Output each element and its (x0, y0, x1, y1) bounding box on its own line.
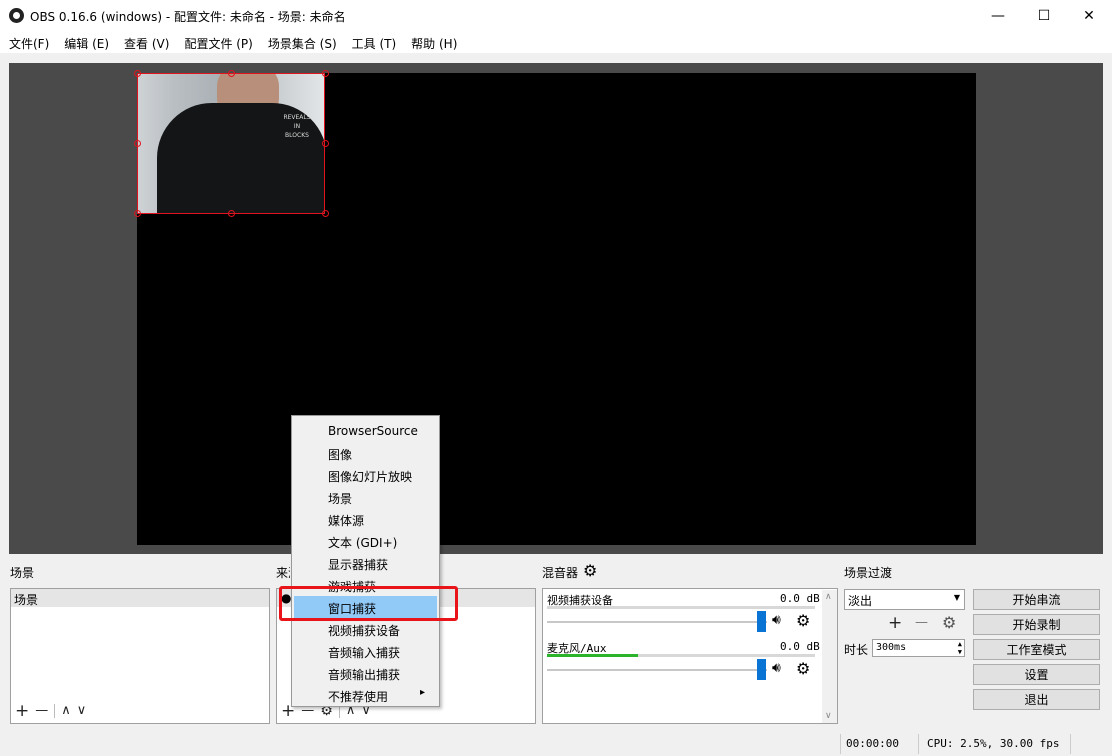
status-divider (918, 734, 919, 754)
resize-handle-bottom[interactable] (228, 210, 235, 217)
menu-item-scene[interactable]: 场景 (294, 486, 437, 508)
status-divider (1070, 734, 1071, 754)
transition-gear-icon[interactable]: ⚙ (942, 613, 956, 632)
status-divider (840, 734, 841, 754)
menu-item-audio-output-capture[interactable]: 音频输出捕获 (294, 662, 437, 684)
start-stream-button[interactable]: 开始串流 (973, 589, 1100, 610)
channel-gear-icon[interactable]: ⚙ (796, 611, 810, 630)
transition-title: 场景过渡 (844, 566, 893, 580)
move-up-icon[interactable]: ∧ (61, 702, 71, 720)
move-down-icon[interactable]: ∨ (77, 702, 87, 720)
volume-slider-track[interactable] (547, 621, 767, 623)
obs-logo-icon (9, 8, 24, 23)
resize-handle-top-left[interactable] (134, 70, 141, 77)
volume-slider-thumb[interactable] (757, 659, 766, 680)
mixer-scrollbar[interactable]: ∧ ∨ (822, 590, 837, 723)
scenes-toolbar: + — ∧ ∨ (11, 698, 269, 723)
volume-slider-thumb[interactable] (757, 611, 766, 632)
mixer-channel-db: 0.0 dB (780, 592, 820, 605)
remove-scene-icon[interactable]: — (35, 702, 48, 720)
menu-help[interactable]: 帮助 (H) (411, 31, 457, 53)
start-record-button[interactable]: 开始录制 (973, 614, 1100, 635)
speaker-icon[interactable]: 🔊︎ (772, 660, 781, 676)
title-bar: OBS 0.16.6 (windows) - 配置文件: 未命名 - 场景: 未… (0, 0, 1112, 31)
menu-tools[interactable]: 工具 (T) (352, 31, 397, 53)
mixer-level-fill (547, 654, 639, 657)
menu-bar: 文件(F) 编辑 (E) 查看 (V) 配置文件 (P) 场景集合 (S) 工具… (0, 31, 1112, 53)
remove-transition-icon[interactable]: — (915, 614, 928, 632)
speaker-icon[interactable]: 🔊︎ (772, 612, 781, 628)
mixer-title: 混音器 (542, 566, 579, 580)
add-scene-icon[interactable]: + (15, 702, 29, 720)
source-selection-box[interactable] (137, 73, 325, 214)
submenu-arrow-icon: ▸ (420, 687, 426, 698)
duration-value: 300ms (876, 642, 907, 653)
menu-item-image[interactable]: 图像 (294, 442, 437, 464)
status-cpu-fps: CPU: 2.5%, 30.00 fps (927, 737, 1060, 750)
window-title: OBS 0.16.6 (windows) - 配置文件: 未命名 - 场景: 未… (30, 10, 346, 24)
transition-selected: 淡出 (848, 594, 873, 608)
duration-input[interactable]: 300ms ▲ ▼ (872, 639, 965, 657)
menu-item-browser-source[interactable]: BrowserSource (294, 420, 437, 442)
channel-gear-icon[interactable]: ⚙ (796, 659, 810, 678)
close-button[interactable]: ✕ (1066, 0, 1112, 31)
minimize-button[interactable]: — (975, 0, 1021, 31)
annotation-highlight-box (279, 586, 458, 621)
scenes-title: 场景 (10, 566, 35, 580)
resize-handle-right[interactable] (322, 140, 329, 147)
menu-item-deprecated[interactable]: 不推荐使用 (294, 684, 437, 706)
volume-slider-track[interactable] (547, 669, 767, 671)
menu-item-text-gdi[interactable]: 文本 (GDI+) (294, 530, 437, 552)
status-time: 00:00:00 (846, 737, 899, 750)
scene-item[interactable]: 场景 (11, 589, 269, 607)
toolbar-divider (54, 703, 56, 718)
menu-item-image-slideshow[interactable]: 图像幻灯片放映 (294, 464, 437, 486)
studio-mode-button[interactable]: 工作室模式 (973, 639, 1100, 660)
exit-button[interactable]: 退出 (973, 689, 1100, 710)
duration-label: 时长 (844, 643, 869, 657)
transition-select[interactable]: 淡出 ▼ (844, 589, 965, 610)
menu-view[interactable]: 查看 (V) (124, 31, 169, 53)
menu-item-display-capture[interactable]: 显示器捕获 (294, 552, 437, 574)
chevron-down-icon: ▼ (953, 593, 960, 602)
mixer-channel-db: 0.0 dB (780, 640, 820, 653)
mixer-level-meter (547, 654, 815, 657)
resize-handle-bottom-right[interactable] (322, 210, 329, 217)
mixer-gear-icon[interactable]: ⚙ (583, 561, 597, 580)
menu-item-video-capture-device[interactable]: 视频捕获设备 (294, 618, 437, 640)
menu-profile[interactable]: 配置文件 (P) (184, 31, 252, 53)
resize-handle-top[interactable] (228, 70, 235, 77)
spinner-icon[interactable]: ▲ ▼ (958, 640, 962, 656)
menu-item-media-source[interactable]: 媒体源 (294, 508, 437, 530)
add-transition-icon[interactable]: + (888, 614, 902, 632)
maximize-button[interactable]: ☐ (1021, 0, 1067, 31)
menu-edit[interactable]: 编辑 (E) (64, 31, 109, 53)
scroll-down-icon[interactable]: ∨ (825, 711, 832, 721)
add-source-context-menu: BrowserSource 图像 图像幻灯片放映 场景 媒体源 文本 (GDI+… (291, 415, 440, 707)
settings-button[interactable]: 设置 (973, 664, 1100, 685)
resize-handle-left[interactable] (134, 140, 141, 147)
sources-title: 来源 (276, 566, 290, 580)
resize-handle-top-right[interactable] (322, 70, 329, 77)
menu-scene-collection[interactable]: 场景集合 (S) (268, 31, 337, 53)
scroll-up-icon[interactable]: ∧ (825, 592, 832, 602)
menu-file[interactable]: 文件(F) (9, 31, 49, 53)
mixer-level-meter (547, 606, 815, 609)
resize-handle-bottom-left[interactable] (134, 210, 141, 217)
status-bar: 00:00:00 CPU: 2.5%, 30.00 fps (0, 730, 1112, 756)
menu-item-audio-input-capture[interactable]: 音频输入捕获 (294, 640, 437, 662)
